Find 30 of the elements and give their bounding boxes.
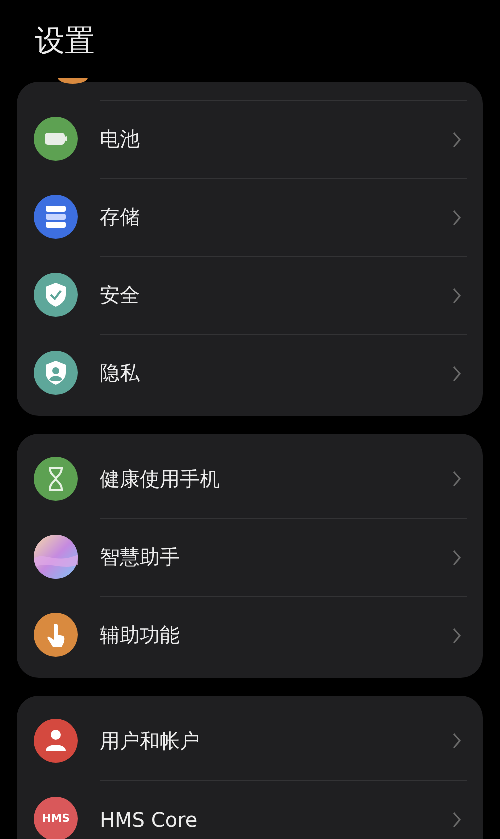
chevron-icon: [453, 550, 461, 566]
item-label: HMS Core: [100, 808, 198, 832]
chevron-icon: [453, 210, 461, 226]
item-label: 健康使用手机: [100, 466, 220, 492]
settings-item[interactable]: 隐私: [17, 334, 483, 412]
chevron-icon: [453, 628, 461, 644]
item-label: 存储: [100, 204, 140, 231]
settings-item[interactable]: 辅助功能: [17, 596, 483, 674]
chevron-icon: [453, 288, 461, 304]
settings-item[interactable]: 智慧助手: [17, 518, 483, 596]
item-label: 用户和帐户: [100, 728, 200, 754]
settings-item[interactable]: 存储: [17, 178, 483, 256]
item-label: 隐私: [100, 360, 140, 387]
chevron-icon: [453, 812, 461, 828]
chevron-icon: [453, 733, 461, 749]
item-label: 电池: [100, 126, 140, 153]
settings-item[interactable]: 用户和帐户: [17, 702, 483, 780]
settings-item[interactable]: 健康使用手机: [17, 440, 483, 518]
chevron-icon: [453, 366, 461, 382]
item-label: 安全: [100, 282, 140, 309]
settings-item[interactable]: 安全: [17, 256, 483, 334]
icon-label: HMS: [40, 811, 72, 827]
settings-item[interactable]: 电池: [17, 100, 483, 178]
settings-item[interactable]: HMS HMS Core: [17, 780, 483, 839]
partial-icon: [58, 78, 88, 84]
page-title: 设置: [34, 23, 96, 60]
item-label: 辅助功能: [100, 622, 180, 649]
item-label: 智慧助手: [100, 544, 180, 571]
chevron-icon: [453, 132, 461, 148]
chevron-icon: [453, 471, 461, 487]
